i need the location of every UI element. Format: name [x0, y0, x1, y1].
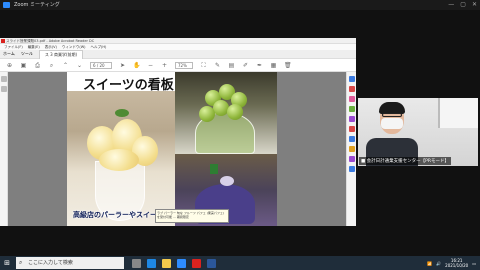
search-icon[interactable]: ⌕: [48, 62, 55, 69]
acrobat-window-title: スライド授業課題03.pdf - Adobe Acrobat Reader DC: [6, 39, 95, 43]
annotation-tooltip: ラブ パーラー 旬な フルーツ パフェ (果実パフェ)を受付可能 … 期間限定: [155, 209, 229, 223]
participant-video[interactable]: ■ 会計日計通業支援センター【PRモード】: [358, 98, 478, 166]
print-icon[interactable]: ⎙: [34, 62, 41, 69]
delete-icon[interactable]: 🗑: [284, 62, 292, 69]
highlight-icon[interactable]: ▤: [228, 62, 235, 69]
clock[interactable]: 16:21 2021/10/20: [445, 258, 468, 268]
slide-title: スイーツの看板: [83, 78, 174, 93]
sign-icon[interactable]: ✒: [256, 62, 263, 69]
presenter-glasses: [382, 113, 402, 117]
minimize-icon[interactable]: —: [448, 0, 454, 10]
left-navigation-rail: [0, 72, 8, 226]
close-icon[interactable]: ✕: [472, 0, 477, 10]
comment-icon[interactable]: ✎: [214, 62, 221, 69]
edge-icon[interactable]: [147, 258, 156, 268]
windows-start-icon[interactable]: ⊞: [0, 256, 14, 270]
search-icon: ⌕: [19, 259, 23, 266]
volume-icon[interactable]: 🔊: [436, 261, 441, 266]
taskbar-search-input[interactable]: ⌕ ここに入力して検索: [16, 257, 124, 269]
send-icon[interactable]: [348, 156, 355, 162]
zoom-logo-icon: [3, 2, 10, 8]
shared-screen: スライド授業課題03.pdf - Adobe Acrobat Reader DC…: [0, 38, 356, 226]
prev-page-icon[interactable]: ⌃: [62, 62, 69, 69]
acrobat-app-icon[interactable]: [192, 258, 201, 268]
zoom-level-select[interactable]: 72%: [175, 61, 193, 69]
cactus-decoration: [210, 164, 218, 174]
zoom-in-icon[interactable]: +: [161, 62, 168, 69]
zoom-window-title: Zoom ミーティング: [14, 2, 60, 8]
edit-pdf-icon[interactable]: [348, 96, 355, 102]
thumbnail-icon[interactable]: [0, 86, 7, 92]
peach-parfait-photo: [67, 91, 177, 226]
hand-tool-icon[interactable]: ✋: [133, 62, 140, 69]
zoom-out-icon[interactable]: −: [147, 62, 154, 69]
create-icon[interactable]: ⊕: [6, 62, 13, 69]
system-tray: 📶 🔊 16:21 2021/10/20 ▭: [427, 256, 476, 270]
select-tool-icon[interactable]: ➤: [119, 62, 126, 69]
save-icon[interactable]: ▣: [20, 62, 27, 69]
more-tools-icon[interactable]: [348, 166, 355, 172]
stamp-icon[interactable]: ▦: [270, 62, 277, 69]
background-window: [438, 98, 478, 128]
word-icon[interactable]: [207, 258, 216, 268]
draw-icon[interactable]: ✐: [242, 62, 249, 69]
fit-page-icon[interactable]: ⛶: [200, 62, 207, 69]
menu-help[interactable]: ヘルプ(H): [91, 44, 107, 50]
page-number-input[interactable]: 6 / 20: [90, 61, 112, 69]
grape-parfait-photo: [175, 72, 277, 154]
next-page-icon[interactable]: ⌄: [76, 62, 83, 69]
zoom-title-bar: Zoom ミーティング — ▢ ✕: [0, 0, 480, 10]
pdf-slide: スイーツの看板 高級店のパーラーやスイーツで顧客層を広げる: [67, 72, 277, 226]
organize-icon[interactable]: [348, 126, 355, 132]
fill-sign-icon[interactable]: [348, 146, 355, 152]
network-icon[interactable]: 📶: [427, 261, 432, 266]
export-pdf-icon[interactable]: [348, 86, 355, 92]
acrobat-tabs: ホーム ツール ス 3 商業学(前期): [0, 49, 356, 59]
zoom-app-icon[interactable]: [177, 258, 186, 268]
acrobat-toolbar: ⊕ ▣ ⎙ ⌕ ⌃ ⌄ 6 / 20 ➤ ✋ − + 72% ⛶ ✎ ▤ ✐ ✒…: [0, 59, 356, 72]
notification-icon[interactable]: ▭: [472, 261, 476, 266]
window-controls: — ▢ ✕: [448, 0, 477, 10]
bookmark-icon[interactable]: [0, 76, 7, 82]
acrobat-logo-icon: [1, 39, 5, 43]
presenter-mask: [381, 118, 403, 129]
maximize-icon[interactable]: ▢: [460, 0, 466, 10]
protect-icon[interactable]: [348, 136, 355, 142]
document-area: スイーツの看板 高級店のパーラーやスイーツで顧客層を広げる ラブ パーラー 旬な…: [0, 72, 356, 226]
participant-name-label: ■ 会計日計通業支援センター【PRモード】: [359, 157, 452, 165]
tab-home[interactable]: ホーム: [3, 51, 15, 57]
menu-file[interactable]: ファイル(F): [4, 44, 23, 50]
comment-tool-icon[interactable]: [348, 106, 355, 112]
task-view-icon[interactable]: [132, 258, 141, 268]
taskbar-apps: [132, 258, 216, 268]
file-explorer-icon[interactable]: [162, 258, 171, 268]
tab-document[interactable]: ス 3 商業学(前期): [38, 49, 84, 59]
search-tool-icon[interactable]: [348, 76, 355, 82]
tab-tools[interactable]: ツール: [21, 51, 33, 57]
combine-icon[interactable]: [348, 116, 355, 122]
right-tools-rail: [346, 72, 356, 226]
mint-leaf: [115, 109, 129, 117]
windows-taskbar: ⊞ ⌕ ここに入力して検索 📶 🔊 16:21 2021/10/20 ▭: [0, 256, 480, 270]
acrobat-title-bar: スライド授業課題03.pdf - Adobe Acrobat Reader DC: [0, 38, 356, 44]
